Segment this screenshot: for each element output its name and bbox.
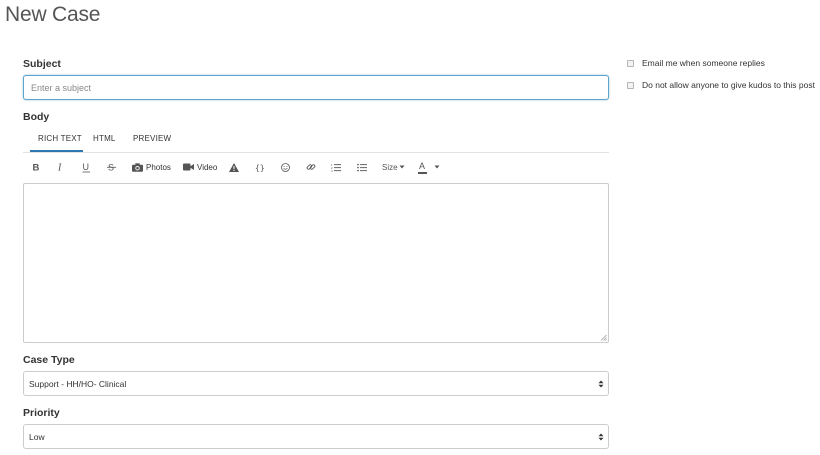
caret-down-icon xyxy=(434,165,440,169)
body-editor[interactable] xyxy=(23,183,609,343)
svg-text:B: B xyxy=(33,163,40,173)
subject-label: Subject xyxy=(23,58,61,70)
select-arrows-icon xyxy=(598,380,604,388)
code-braces-icon[interactable]: {} xyxy=(255,158,267,176)
tab-preview[interactable]: PREVIEW xyxy=(133,134,171,143)
size-label: Size xyxy=(382,162,398,172)
resize-handle-icon[interactable] xyxy=(600,334,607,341)
tab-html[interactable]: HTML xyxy=(93,134,116,143)
select-arrows-icon xyxy=(598,433,604,441)
photos-button[interactable]: Photos xyxy=(132,158,171,176)
priority-label: Priority xyxy=(23,407,60,419)
case-type-label: Case Type xyxy=(23,354,75,366)
tab-rich-text[interactable]: RICH TEXT xyxy=(38,134,82,143)
bold-icon[interactable]: B xyxy=(32,158,40,176)
video-button[interactable]: Video xyxy=(183,158,217,176)
underline-icon[interactable]: U xyxy=(82,158,91,176)
no-kudos-label: Do not allow anyone to give kudos to thi… xyxy=(642,80,815,90)
subject-input[interactable] xyxy=(23,75,609,100)
page-title: New Case xyxy=(5,3,101,26)
italic-icon[interactable]: I xyxy=(57,158,65,176)
active-tab-indicator xyxy=(30,150,83,152)
svg-text:U: U xyxy=(83,162,90,172)
warning-icon[interactable] xyxy=(229,158,239,176)
caret-down-icon xyxy=(399,165,405,169)
email-me-label: Email me when someone replies xyxy=(642,58,765,68)
case-type-select[interactable]: Support - HH/HO- Clinical xyxy=(23,371,609,396)
editor-toolbar: B I U S Photos Video {} 1 2 3 Size A xyxy=(23,158,609,176)
priority-select[interactable]: Low xyxy=(23,424,609,449)
video-label: Video xyxy=(197,162,218,172)
no-kudos-option[interactable]: Do not allow anyone to give kudos to thi… xyxy=(627,80,815,90)
no-kudos-checkbox[interactable] xyxy=(627,81,634,89)
video-camera-icon xyxy=(183,163,194,171)
size-dropdown[interactable]: Size xyxy=(382,158,405,176)
svg-text:{}: {} xyxy=(255,163,265,172)
font-color-icon: A xyxy=(418,161,427,174)
svg-text:I: I xyxy=(57,163,62,173)
strikethrough-icon[interactable]: S xyxy=(107,158,116,176)
link-icon[interactable] xyxy=(306,158,316,176)
font-color-dropdown[interactable]: A xyxy=(418,158,440,176)
photos-label: Photos xyxy=(146,162,171,172)
editor-tabs: RICH TEXT HTML PREVIEW xyxy=(23,130,609,153)
case-type-value: Support - HH/HO- Clinical xyxy=(29,379,127,389)
bullet-list-icon[interactable] xyxy=(357,158,367,176)
emoji-icon[interactable] xyxy=(281,158,290,176)
priority-value: Low xyxy=(29,432,45,442)
ordered-list-icon[interactable]: 123 xyxy=(331,158,341,176)
camera-icon xyxy=(132,162,143,172)
svg-text:3: 3 xyxy=(331,169,333,172)
body-label: Body xyxy=(23,111,50,123)
email-me-option[interactable]: Email me when someone replies xyxy=(627,58,765,68)
email-me-checkbox[interactable] xyxy=(627,59,634,67)
